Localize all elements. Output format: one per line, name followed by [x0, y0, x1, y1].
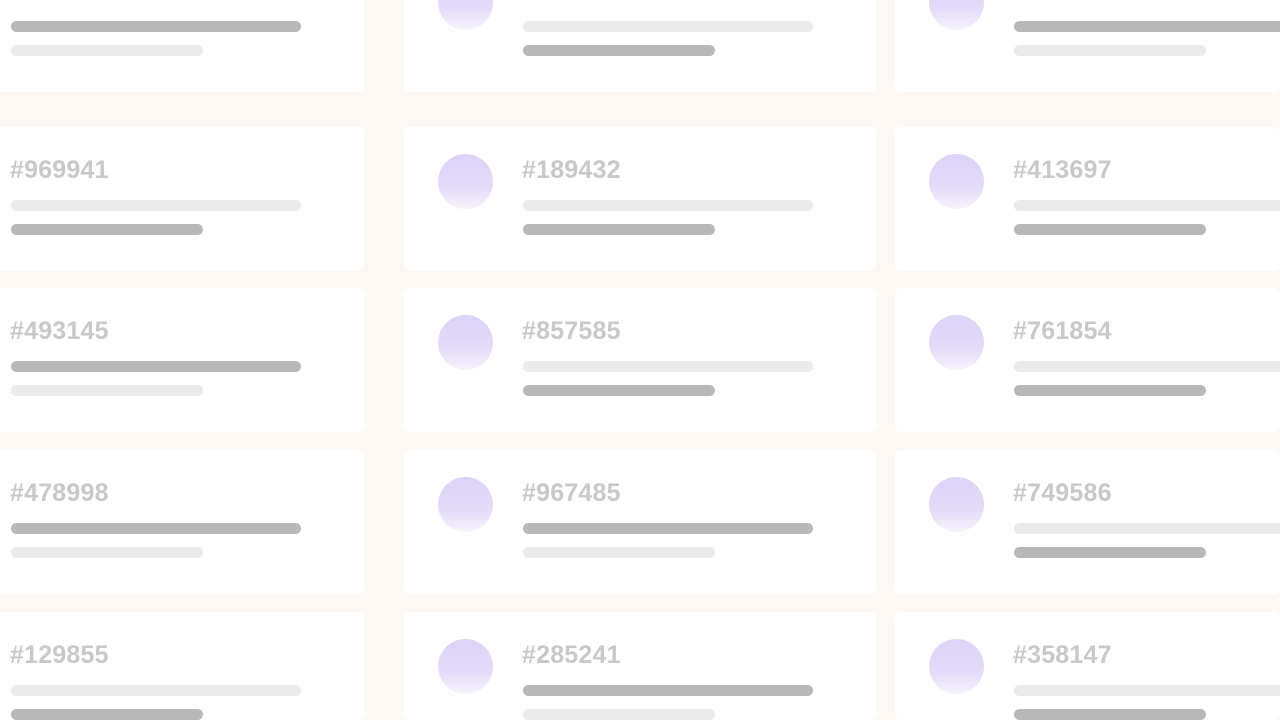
card-id: #653298 — [10, 0, 109, 5]
placeholder-line-secondary — [523, 709, 715, 720]
card-id: #478998 — [10, 479, 109, 507]
avatar-placeholder-icon — [929, 0, 984, 30]
placeholder-line-primary — [1014, 200, 1280, 211]
list-card[interactable]: #749586 — [895, 450, 1280, 594]
placeholder-line-primary — [1014, 21, 1280, 32]
avatar-placeholder-icon — [929, 477, 984, 532]
card-id: #749586 — [1013, 479, 1112, 507]
list-card[interactable]: #98156 — [895, 0, 1280, 92]
card-id: #129855 — [10, 641, 109, 669]
card-id: #857585 — [522, 317, 621, 345]
placeholder-line-primary — [523, 21, 813, 32]
placeholder-line-primary — [1014, 685, 1280, 696]
list-card[interactable]: #969941 — [0, 127, 364, 271]
card-id: #458617 — [522, 0, 621, 5]
placeholder-line-secondary — [11, 709, 203, 720]
list-card[interactable]: #285241 — [404, 612, 876, 720]
placeholder-line-secondary — [11, 224, 203, 235]
card-id: #969941 — [10, 156, 109, 184]
avatar-placeholder-icon — [438, 315, 493, 370]
avatar-placeholder-icon — [929, 315, 984, 370]
placeholder-line-secondary — [1014, 385, 1206, 396]
card-id: #358147 — [1013, 641, 1112, 669]
placeholder-line-primary — [11, 200, 301, 211]
placeholder-line-primary — [523, 361, 813, 372]
card-id: #285241 — [522, 641, 621, 669]
placeholder-line-primary — [1014, 361, 1280, 372]
list-card[interactable]: #857585 — [404, 288, 876, 432]
list-card[interactable]: #189432 — [404, 127, 876, 271]
placeholder-line-primary — [11, 685, 301, 696]
placeholder-line-primary — [11, 361, 301, 372]
placeholder-line-secondary — [1014, 547, 1206, 558]
list-card[interactable]: #478998 — [0, 450, 364, 594]
card-id: #413697 — [1013, 156, 1112, 184]
list-card[interactable]: #129855 — [0, 612, 364, 720]
avatar-placeholder-icon — [438, 477, 493, 532]
card-grid: #653298 #458617 #98156 #969941 #189432 #41369… — [0, 0, 1280, 720]
placeholder-line-primary — [11, 523, 301, 534]
card-id: #98156 — [1013, 0, 1098, 5]
placeholder-line-secondary — [523, 547, 715, 558]
placeholder-line-secondary — [523, 224, 715, 235]
placeholder-line-primary — [1014, 523, 1280, 534]
placeholder-line-secondary — [1014, 45, 1206, 56]
list-card[interactable]: #413697 — [895, 127, 1280, 271]
card-id: #761854 — [1013, 317, 1112, 345]
card-id: #967485 — [522, 479, 621, 507]
avatar-placeholder-icon — [438, 639, 493, 694]
avatar-placeholder-icon — [929, 639, 984, 694]
card-id: #189432 — [522, 156, 621, 184]
placeholder-line-secondary — [11, 547, 203, 558]
card-id: #493145 — [10, 317, 109, 345]
list-card[interactable]: #493145 — [0, 288, 364, 432]
placeholder-line-secondary — [523, 45, 715, 56]
placeholder-line-primary — [523, 200, 813, 211]
list-card[interactable]: #653298 — [0, 0, 364, 92]
placeholder-line-secondary — [1014, 224, 1206, 235]
placeholder-line-primary — [523, 685, 813, 696]
placeholder-line-secondary — [11, 45, 203, 56]
placeholder-line-secondary — [11, 385, 203, 396]
avatar-placeholder-icon — [438, 0, 493, 30]
placeholder-line-secondary — [523, 385, 715, 396]
list-card[interactable]: #967485 — [404, 450, 876, 594]
avatar-placeholder-icon — [929, 154, 984, 209]
placeholder-line-secondary — [1014, 709, 1206, 720]
avatar-placeholder-icon — [438, 154, 493, 209]
placeholder-line-primary — [523, 523, 813, 534]
list-card[interactable]: #458617 — [404, 0, 876, 92]
placeholder-line-primary — [11, 21, 301, 32]
list-card[interactable]: #358147 — [895, 612, 1280, 720]
list-card[interactable]: #761854 — [895, 288, 1280, 432]
